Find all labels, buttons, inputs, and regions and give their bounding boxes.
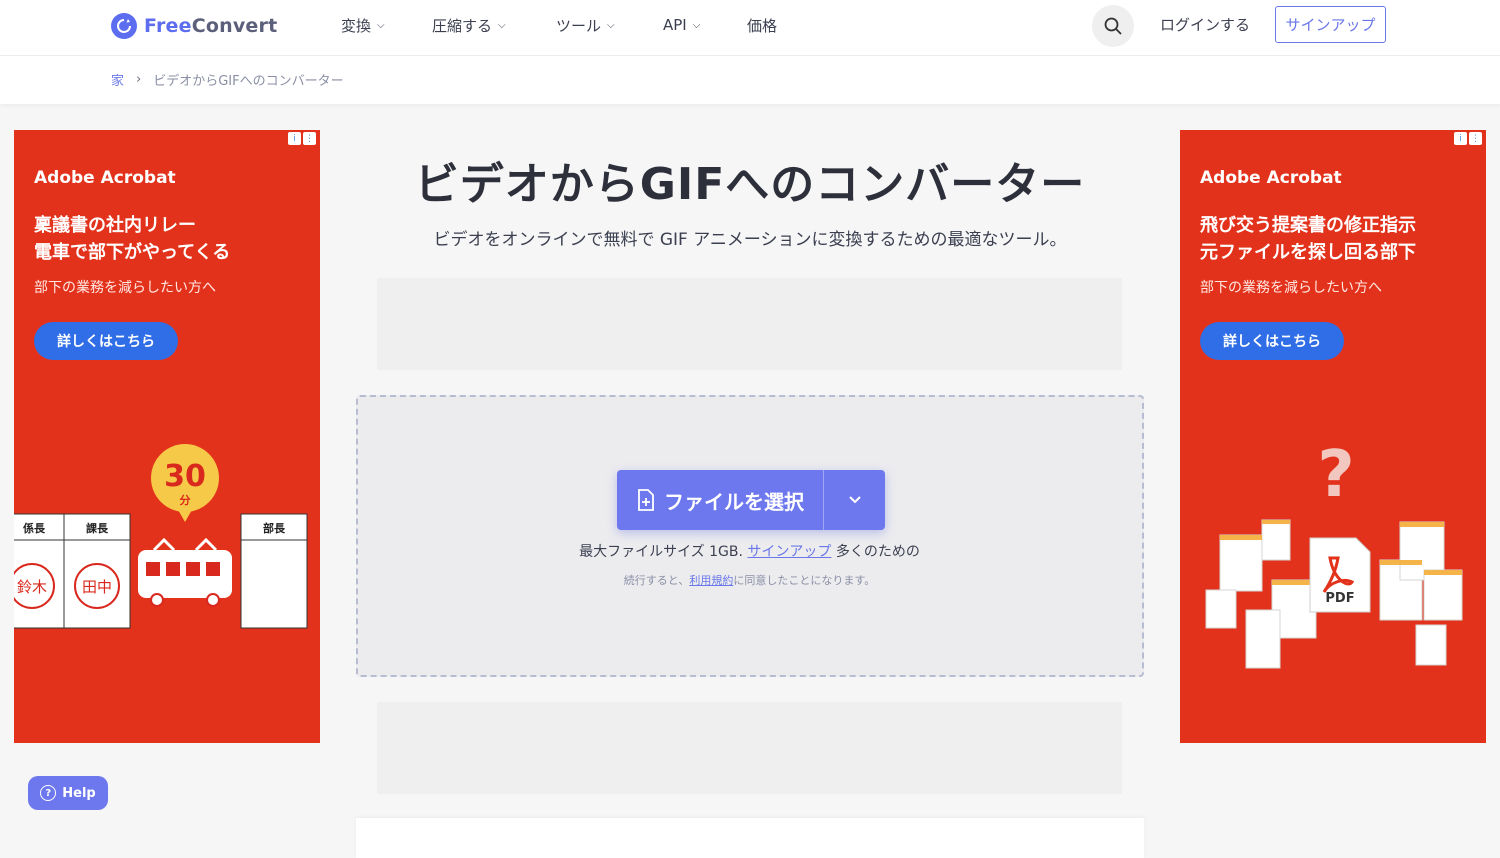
search-icon [1104, 17, 1122, 35]
ad-badge-unit: 分 [180, 493, 191, 507]
nav-pricing[interactable]: 価格 [747, 0, 777, 50]
search-button[interactable] [1092, 5, 1134, 47]
max-size-suffix: 多くのための [835, 544, 920, 560]
terms-note: 続行すると、利用規約に同意したことになります。 [358, 572, 1141, 588]
ad-headline-line: 稟議書の社内リレー [34, 215, 196, 236]
nav-compress[interactable]: 圧縮する ⌵ [432, 0, 506, 50]
svg-text:?: ? [1317, 438, 1354, 512]
ad-placeholder-top [377, 278, 1122, 370]
choose-source-dropdown[interactable] [824, 470, 885, 530]
page-title: ビデオからGIFへのコンバーター [414, 159, 1086, 210]
nav-convert[interactable]: 変換 ⌵ [341, 0, 385, 50]
top-header: FreeConvert 変換 ⌵ 圧縮する ⌵ ツール ⌵ API ⌵ 価格 ログインす… [0, 0, 1500, 56]
choose-file-label: ファイルを選択 [664, 489, 804, 514]
ad-seal: 鈴木 [17, 578, 47, 596]
freeconvert-logo[interactable]: FreeConvert [111, 12, 277, 40]
content-card [356, 818, 1144, 858]
ad-stamp-label: 係長 [23, 521, 46, 535]
breadcrumb: 家 › ビデオからGIFへのコンバーター [111, 70, 344, 89]
logo-text-convert: Convert [191, 15, 278, 37]
question-icon: ? [40, 785, 57, 801]
ad-cta-button[interactable]: 詳しくはこちら [34, 322, 178, 360]
login-link[interactable]: ログインする [1160, 14, 1250, 35]
breadcrumb-current: ビデオからGIFへのコンバーター [153, 74, 344, 89]
ad-headline-line: 電車で部下がやってくる [34, 242, 231, 263]
chevron-down-icon: ⌵ [498, 19, 506, 31]
ad-brand: Adobe Acrobat [34, 168, 176, 188]
chevron-down-icon: ⌵ [377, 19, 385, 31]
nav-tools[interactable]: ツール ⌵ [556, 0, 615, 50]
ad-choices[interactable]: i ⋮ [288, 132, 316, 145]
chevron-down-icon: ⌵ [607, 19, 615, 31]
signup-link[interactable]: サインアップ [747, 544, 831, 560]
signup-button[interactable]: サインアップ [1275, 6, 1386, 43]
nav-label: 価格 [747, 16, 778, 35]
ad-info-icon[interactable]: i [1454, 132, 1467, 145]
ad-info-icon[interactable]: i [288, 132, 301, 145]
logo-refresh-icon [111, 13, 137, 39]
ad-pdf-label: PDF [1325, 591, 1354, 606]
page-subtitle: ビデオをオンラインで無料で GIF アニメーションに変換するための最適なツール。 [433, 230, 1067, 250]
ad-badge-number: 30 [164, 459, 206, 494]
ad-stamp-label: 課長 [86, 521, 109, 535]
nav-api[interactable]: API ⌵ [663, 0, 700, 50]
ad-cta-button[interactable]: 詳しくはこちら [1200, 322, 1344, 360]
chevron-right-icon: › [136, 72, 142, 87]
breadcrumb-home[interactable]: 家 [111, 70, 124, 89]
breadcrumb-bar: 家 › ビデオからGIFへのコンバーター [0, 56, 1500, 104]
logo-text-free: Free [144, 15, 192, 37]
choose-file-button[interactable]: ファイルを選択 [617, 470, 824, 530]
ad-menu-icon[interactable]: ⋮ [1469, 132, 1482, 145]
nav-label: ツール [556, 16, 602, 35]
max-file-size-note: 最大ファイルサイズ 1GB. サインアップ 多くのための [358, 541, 1141, 561]
file-dropzone[interactable]: ファイルを選択 最大ファイルサイズ 1GB. サインアップ 多くのための 続行す… [356, 395, 1144, 677]
ad-train-illustration: 30 分 係長 課長 部長 鈴木 田中 [14, 444, 308, 629]
ad-headline: 稟議書の社内リレー 電車で部下がやってくる [34, 212, 314, 266]
help-label: Help [62, 785, 96, 801]
help-button[interactable]: ? Help [28, 776, 108, 810]
ad-choices[interactable]: i ⋮ [1454, 132, 1482, 145]
chevron-down-icon: ⌵ [692, 19, 701, 31]
ad-documents-illustration: ? PDF [1205, 438, 1463, 669]
ad-placeholder-bottom [377, 702, 1122, 794]
ad-subtext: 部下の業務を減らしたい方へ [34, 280, 216, 296]
ad-banner-left[interactable]: i ⋮ Adobe Acrobat 稟議書の社内リレー 電車で部下がやってくる 部… [14, 130, 320, 743]
chevron-down-icon [848, 496, 861, 504]
ad-headline-line: 元ファイルを探し回る部下 [1200, 242, 1416, 263]
terms-suffix: に同意したことになります。 [733, 574, 876, 587]
terms-prefix: 続行すると、 [623, 574, 690, 587]
ad-headline-line: 飛び交う提案書の修正指示 [1200, 215, 1416, 236]
terms-link[interactable]: 利用規約 [689, 574, 733, 587]
ad-brand: Adobe Acrobat [1200, 168, 1342, 188]
choose-file-button-group: ファイルを選択 [617, 470, 885, 530]
max-size-text: 最大ファイルサイズ 1GB. [579, 544, 743, 560]
ad-headline: 飛び交う提案書の修正指示 元ファイルを探し回る部下 [1200, 212, 1480, 266]
ad-menu-icon[interactable]: ⋮ [303, 132, 316, 145]
ad-seal: 田中 [82, 578, 112, 596]
ad-stamp-label: 部長 [263, 521, 286, 535]
ad-banner-right[interactable]: i ⋮ Adobe Acrobat 飛び交う提案書の修正指示 元ファイルを探し回る… [1180, 130, 1486, 743]
file-add-icon [638, 489, 654, 511]
ad-subtext: 部下の業務を減らしたい方へ [1200, 280, 1382, 296]
nav-label: API [663, 16, 687, 34]
nav-label: 圧縮する [432, 16, 493, 35]
nav-label: 変換 [341, 16, 372, 35]
